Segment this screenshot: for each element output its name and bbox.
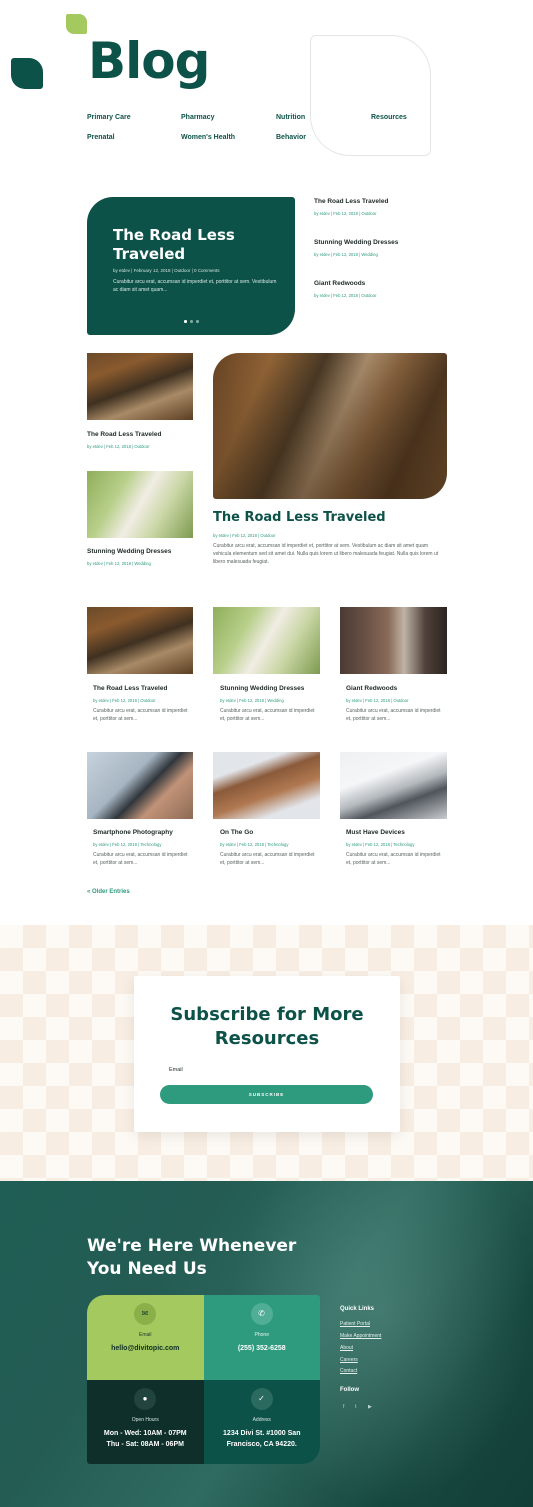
grid-post-meta: by etdev | Feb 12, 2018 | Outdoor	[346, 698, 409, 703]
slider-dot[interactable]	[190, 320, 193, 323]
grid-post-excerpt: Curabitur arcu erat, accumsan id imperdi…	[346, 852, 441, 866]
grid-post-excerpt: Curabitur arcu erat, accumsan id imperdi…	[220, 708, 315, 722]
twitter-icon[interactable]: t	[355, 1404, 356, 1410]
contact-label: Email	[138, 1332, 152, 1338]
grid-image-smartphone[interactable]	[87, 752, 193, 819]
phone-icon: ✆	[250, 1303, 273, 1325]
big-post-meta: by etdev | Feb 12, 2018 | Outdoor	[213, 533, 276, 538]
address-line-2: Francisco, CA 94220.	[226, 1440, 297, 1448]
post-image-forest-road[interactable]	[87, 353, 193, 420]
contact-label: Address	[252, 1416, 271, 1423]
contact-label: Phone	[254, 1332, 269, 1338]
grid-post-title[interactable]: On The Go	[220, 829, 253, 836]
side-post-meta: by etdev | Feb 12, 2018 | Outdoor	[314, 293, 377, 298]
subscribe-button[interactable]: SUBSCRIBE	[160, 1085, 373, 1104]
footer-link-make-appointment[interactable]: Make Appointment	[340, 1333, 381, 1339]
address-line-1: 1234 Divi St. #1000 San	[223, 1429, 301, 1437]
featured-post-excerpt: Curabitur arcu erat, accumsan id imperdi…	[113, 279, 277, 293]
slider-dot[interactable]	[196, 320, 199, 323]
mosaic-post-meta: by etdev | Feb 12, 2018 | Wedding	[87, 561, 151, 566]
grid-post-meta: by etdev | Feb 12, 2018 | Outdoor	[93, 698, 156, 703]
contact-value[interactable]: hello@divitopic.com	[87, 1343, 204, 1354]
side-post-title[interactable]: Giant Redwoods	[314, 280, 365, 287]
side-post-meta: by etdev | Feb 12, 2018 | Outdoor	[314, 211, 377, 216]
contact-phone[interactable]: ✆ Phone (255) 352-6258	[203, 1295, 321, 1380]
grid-post-meta: by etdev | Feb 12, 2018 | Wedding	[220, 698, 284, 703]
post-image-forest-road-large[interactable]	[213, 353, 447, 499]
featured-slider[interactable]	[87, 197, 295, 335]
side-post-meta: by etdev | Feb 12, 2018 | Wedding	[314, 252, 378, 257]
grid-image-wedding-dress[interactable]	[213, 607, 320, 674]
follow-title: Follow	[340, 1387, 359, 1393]
grid-post-excerpt: Curabitur arcu erat, accumsan id imperdi…	[220, 852, 315, 866]
youtube-icon[interactable]: ▶	[368, 1404, 372, 1410]
mosaic-post-meta: by etdev | Feb 12, 2018 | Outdoor	[87, 444, 150, 449]
grid-post-excerpt: Curabitur arcu erat, accumsan id imperdi…	[346, 708, 441, 722]
grid-post-title[interactable]: Stunning Wedding Dresses	[220, 685, 304, 692]
grid-post-title[interactable]: The Road Less Traveled	[93, 685, 167, 692]
page-title: Blog	[88, 32, 210, 90]
hours-line-1: Mon - Wed: 10AM - 07PM	[103, 1429, 187, 1437]
grid-image-on-the-go[interactable]	[213, 752, 320, 819]
grid-image-redwoods[interactable]	[340, 607, 447, 674]
big-post-title[interactable]: The Road Less Traveled	[213, 510, 386, 525]
nav-link-prenatal[interactable]: Prenatal	[87, 134, 115, 141]
mosaic-post-title[interactable]: Stunning Wedding Dresses	[87, 548, 171, 555]
slider-dot-active[interactable]	[184, 320, 187, 323]
mosaic-post-title[interactable]: The Road Less Traveled	[87, 431, 161, 438]
grid-post-excerpt: Curabitur arcu erat, accumsan id imperdi…	[93, 852, 188, 866]
contact-value: 1234 Divi St. #1000 San Francisco, CA 94…	[204, 1428, 321, 1450]
footer-link-patient-portal[interactable]: Patient Portal	[340, 1321, 370, 1327]
facebook-icon[interactable]: f	[343, 1404, 344, 1410]
older-entries-link[interactable]: « Older Entries	[87, 889, 130, 895]
grid-image-devices[interactable]	[340, 752, 447, 819]
location-icon: ✓	[250, 1387, 273, 1410]
contact-grid: ✉ Email hello@divitopic.com ✆ Phone (255…	[87, 1295, 320, 1464]
email-field[interactable]: Email	[169, 1067, 183, 1073]
envelope-icon: ✉	[134, 1303, 156, 1325]
nav-link-nutrition[interactable]: Nutrition	[276, 114, 305, 121]
contact-hours: ● Open Hours Mon - Wed: 10AM - 07PM Thu …	[87, 1379, 204, 1464]
subscribe-title: Subscribe for More Resources	[170, 1004, 364, 1049]
nav-link-primary-care[interactable]: Primary Care	[87, 114, 131, 121]
grid-post-title[interactable]: Must Have Devices	[346, 829, 405, 836]
featured-post-meta: by etdev | February 12, 2018 | Outdoor |…	[113, 268, 220, 273]
contact-address: ✓ Address 1234 Divi St. #1000 San Franci…	[203, 1379, 321, 1464]
contact-value[interactable]: (255) 352-6258	[204, 1343, 321, 1354]
decor-outline-shape	[310, 35, 431, 156]
subscribe-card	[134, 976, 400, 1132]
footer-link-contact[interactable]: Contact	[340, 1368, 357, 1374]
grid-post-title[interactable]: Giant Redwoods	[346, 685, 397, 692]
grid-post-meta: by etdev | Feb 12, 2018 | Technology	[220, 842, 289, 847]
contact-value: Mon - Wed: 10AM - 07PM Thu - Sat: 08AM -…	[87, 1428, 204, 1450]
footer-link-about[interactable]: About	[340, 1345, 353, 1351]
grid-post-title[interactable]: Smartphone Photography	[93, 829, 173, 836]
hours-line-2: Thu - Sat: 08AM - 06PM	[106, 1440, 184, 1448]
footer-title: We're Here Whenever You Need Us	[87, 1236, 297, 1279]
clock-icon: ●	[134, 1387, 156, 1410]
nav-link-resources[interactable]: Resources	[371, 114, 407, 121]
contact-label: Open Hours	[131, 1416, 159, 1423]
decor-square-lime	[66, 14, 87, 34]
grid-image-forest-road[interactable]	[87, 607, 193, 674]
decor-square-green	[11, 58, 43, 89]
big-post-excerpt: Curabitur arcu erat, accumsan id imperdi…	[213, 543, 439, 565]
contact-email[interactable]: ✉ Email hello@divitopic.com	[87, 1295, 204, 1380]
side-post-title[interactable]: The Road Less Traveled	[314, 198, 388, 205]
quick-links-title: Quick Links	[340, 1306, 375, 1312]
nav-link-pharmacy[interactable]: Pharmacy	[181, 114, 214, 121]
nav-link-womens-health[interactable]: Women's Health	[181, 134, 235, 141]
post-image-wedding-dress[interactable]	[87, 471, 193, 538]
grid-post-excerpt: Curabitur arcu erat, accumsan id imperdi…	[93, 708, 188, 722]
nav-link-behavior[interactable]: Behavior	[276, 134, 306, 141]
grid-post-meta: by etdev | Feb 12, 2018 | Technology	[346, 842, 415, 847]
side-post-title[interactable]: Stunning Wedding Dresses	[314, 239, 398, 246]
footer-link-careers[interactable]: Careers	[340, 1357, 358, 1363]
grid-post-meta: by etdev | Feb 12, 2018 | Technology	[93, 842, 162, 847]
featured-post-title[interactable]: The Road Less Traveled	[113, 226, 273, 264]
